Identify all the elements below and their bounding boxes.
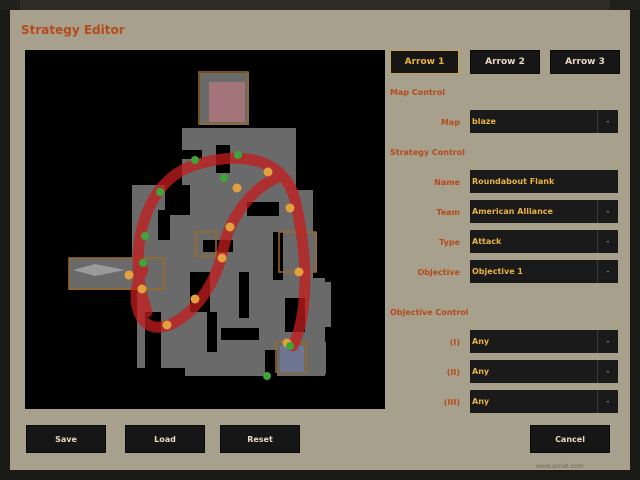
tab-arrow-2[interactable]: Arrow 2 xyxy=(470,50,540,74)
objective-i-label: (I) xyxy=(449,338,460,347)
objective-ii-dropdown-button[interactable]: - xyxy=(597,360,618,383)
map-dropdown-button[interactable]: - xyxy=(597,110,618,133)
type-dropdown-button[interactable]: - xyxy=(597,230,618,253)
waypoint[interactable] xyxy=(124,270,134,280)
section-objective-control: Objective Control xyxy=(390,308,469,317)
waypoint[interactable] xyxy=(217,253,227,263)
spawn-zone-north xyxy=(209,82,245,122)
waypoint-green[interactable] xyxy=(191,156,199,164)
objective-iii-label: (III) xyxy=(443,398,460,407)
map-value: blaze xyxy=(472,117,496,126)
objective-i-dropdown-button[interactable]: - xyxy=(597,330,618,353)
objective-iii-dropdown-button[interactable]: - xyxy=(597,390,618,413)
objective-label: Objective xyxy=(417,268,460,277)
waypoint[interactable] xyxy=(263,167,273,177)
objective-ii-select[interactable]: Any - xyxy=(470,360,618,383)
objective-ii-label: (II) xyxy=(446,368,460,377)
objective-select[interactable]: Objective 1 - xyxy=(470,260,618,283)
map-view[interactable] xyxy=(25,50,385,409)
strategy-name-input[interactable]: Roundabout Flank xyxy=(470,170,618,193)
section-strategy-control: Strategy Control xyxy=(390,148,465,157)
waypoint[interactable] xyxy=(137,284,147,294)
waypoint-green[interactable] xyxy=(220,174,228,182)
objective-value: Objective 1 xyxy=(472,267,523,276)
tab-arrow-3[interactable]: Arrow 3 xyxy=(550,50,620,74)
objective-iii-value: Any xyxy=(472,397,490,406)
waypoint-green[interactable] xyxy=(263,372,271,380)
strategy-editor-window: Strategy Editor Arrow 1 Arrow 2 Arrow 3 … xyxy=(10,10,630,470)
waypoint[interactable] xyxy=(225,222,235,232)
objective-ii-value: Any xyxy=(472,367,490,376)
team-value: American Alliance xyxy=(472,207,553,216)
tab-arrow-1[interactable]: Arrow 1 xyxy=(390,50,459,74)
type-label: Type xyxy=(439,238,460,247)
objective-iii-select[interactable]: Any - xyxy=(470,390,618,413)
waypoint-green[interactable] xyxy=(139,259,147,267)
team-select[interactable]: American Alliance - xyxy=(470,200,618,223)
objective-i-value: Any xyxy=(472,337,490,346)
load-button[interactable]: Load xyxy=(125,425,205,453)
strategy-name-value: Roundabout Flank xyxy=(472,177,555,186)
objective-dropdown-button[interactable]: - xyxy=(597,260,618,283)
waypoint[interactable] xyxy=(232,183,242,193)
waypoint-green[interactable] xyxy=(141,232,149,240)
watermark: www.acnet.com xyxy=(536,463,584,470)
name-label: Name xyxy=(434,178,460,187)
team-dropdown-button[interactable]: - xyxy=(597,200,618,223)
waypoint[interactable] xyxy=(285,203,295,213)
map-label: Map xyxy=(440,118,460,127)
save-button[interactable]: Save xyxy=(26,425,106,453)
waypoint[interactable] xyxy=(162,320,172,330)
top-strip-segment xyxy=(20,0,610,10)
waypoint[interactable] xyxy=(190,294,200,304)
team-label: Team xyxy=(436,208,460,217)
reset-button[interactable]: Reset xyxy=(220,425,300,453)
waypoint-green[interactable] xyxy=(286,342,294,350)
window-title: Strategy Editor xyxy=(21,23,125,37)
waypoint-green[interactable] xyxy=(156,188,164,196)
section-map-control: Map Control xyxy=(390,88,445,97)
top-strip xyxy=(0,0,640,10)
type-select[interactable]: Attack - xyxy=(470,230,618,253)
waypoint[interactable] xyxy=(294,267,304,277)
waypoint-green[interactable] xyxy=(234,151,242,159)
map-select[interactable]: blaze - xyxy=(470,110,618,133)
type-value: Attack xyxy=(472,237,502,246)
cancel-button[interactable]: Cancel xyxy=(530,425,610,453)
objective-i-select[interactable]: Any - xyxy=(470,330,618,353)
map-canvas xyxy=(68,71,331,380)
